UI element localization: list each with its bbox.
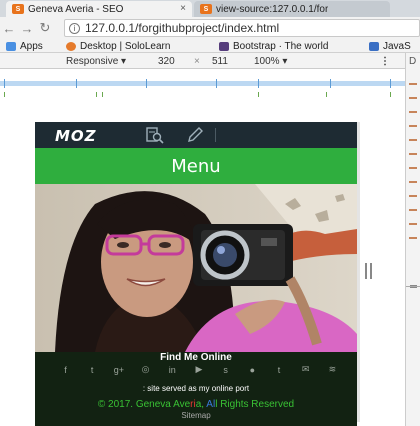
- tab-geneva[interactable]: S Geneva Averia - SEO ×: [6, 1, 192, 17]
- ruler-bar: [0, 81, 405, 86]
- code-line: [409, 237, 417, 239]
- sublime-favicon-icon: S: [12, 4, 24, 14]
- copyright: © 2017. Geneva Averia, All Rights Reserv…: [35, 399, 357, 410]
- code-line: [409, 223, 417, 225]
- device-select[interactable]: Responsive ▾: [66, 56, 126, 67]
- copyright-mid: a,: [195, 399, 207, 410]
- device-toolbar: Responsive ▾ 320 × 511 100% ▾ ⋮: [0, 53, 405, 69]
- url-text: 127.0.0.1/forgithubproject/index.html: [85, 21, 280, 35]
- profile-photo: [35, 184, 357, 352]
- bookmark-label: Bootstrap · The world: [233, 40, 329, 52]
- code-line: [409, 195, 417, 197]
- code-line: [409, 181, 417, 183]
- devtools-side-panel[interactable]: D: [405, 53, 420, 426]
- moz-logo[interactable]: MOZ: [55, 127, 97, 145]
- tagline: : site served as my online port: [142, 384, 250, 393]
- reload-icon[interactable]: ↻: [36, 20, 54, 36]
- times-sign: ×: [194, 56, 200, 67]
- emulated-page: MOZ Menu Find Me Online f t g+ ◎ in ▶ s …: [35, 122, 357, 426]
- bookmark-label: Apps: [20, 40, 43, 52]
- rss-icon[interactable]: ≋: [326, 364, 339, 375]
- zoom-select[interactable]: 100% ▾: [254, 56, 287, 67]
- menu-label: Menu: [171, 155, 221, 177]
- copyright-suffix: l Rights Reserved: [215, 399, 295, 410]
- skype-icon[interactable]: s: [219, 364, 232, 375]
- code-line: [409, 153, 417, 155]
- height-input[interactable]: 511: [212, 56, 228, 67]
- find-me-online-title: Find Me Online: [160, 352, 232, 363]
- github-icon[interactable]: ●: [246, 364, 259, 375]
- ruler-tick: [390, 79, 391, 88]
- ruler-tick: [146, 79, 147, 88]
- ruler-tick: [258, 79, 259, 88]
- copyright-blue: Al: [206, 399, 216, 410]
- menu-button[interactable]: Menu: [35, 148, 357, 184]
- close-icon[interactable]: ×: [180, 3, 186, 14]
- code-line: [409, 83, 417, 85]
- page-scrollbar[interactable]: [357, 122, 360, 422]
- code-line: [409, 167, 417, 169]
- ruler-tick: [4, 79, 5, 88]
- tab-title: Geneva Averia - SEO: [28, 3, 124, 15]
- bookmark-apps[interactable]: Apps: [6, 39, 43, 53]
- code-line: [409, 97, 417, 99]
- panel-tab-icon[interactable]: D: [409, 56, 416, 67]
- apps-icon: [6, 41, 16, 51]
- sitemap-link[interactable]: Sitemap: [35, 411, 357, 420]
- bootstrap-icon: [219, 41, 229, 51]
- header-separator: [215, 128, 216, 142]
- info-icon[interactable]: i: [69, 22, 80, 34]
- email-icon[interactable]: ✉: [299, 364, 312, 375]
- address-bar: ← → ↻ i 127.0.0.1/forgithubproject/index…: [0, 17, 420, 39]
- bookmarks-bar: Apps Desktop | SoloLearn Bootstrap · The…: [0, 39, 420, 53]
- more-options-icon[interactable]: ⋮: [380, 56, 390, 67]
- twitter-icon[interactable]: t: [86, 364, 99, 375]
- sublime-favicon-icon: S: [200, 4, 212, 14]
- sololearn-icon: [66, 41, 76, 51]
- tumblr-icon[interactable]: t: [273, 364, 286, 375]
- viewport-resize-handle[interactable]: [365, 263, 372, 279]
- code-line: [409, 111, 417, 113]
- social-links: f t g+ ◎ in ▶ s ● t ✉ ≋: [59, 364, 339, 376]
- width-input[interactable]: 320: [158, 56, 175, 67]
- panel-resize-handle[interactable]: [410, 285, 417, 288]
- instagram-icon[interactable]: ◎: [139, 364, 152, 375]
- forward-icon[interactable]: →: [18, 21, 36, 36]
- media-query-ruler[interactable]: [0, 69, 405, 97]
- google-plus-icon[interactable]: g+: [112, 364, 125, 375]
- bookmark-bootstrap[interactable]: Bootstrap · The world: [219, 39, 328, 53]
- mb-icon: [369, 41, 379, 51]
- ruler-tick: [330, 79, 331, 88]
- bookmark-sololearn[interactable]: Desktop | SoloLearn: [66, 39, 170, 53]
- tab-view-source[interactable]: S view-source:127.0.0.1/for: [194, 1, 390, 17]
- ruler-tick: [216, 79, 217, 88]
- youtube-icon[interactable]: ▶: [192, 364, 205, 375]
- back-icon[interactable]: ←: [0, 21, 18, 36]
- bookmark-javascript[interactable]: JavaS: [369, 39, 411, 53]
- linkedin-icon[interactable]: in: [166, 364, 179, 375]
- tab-strip: S Geneva Averia - SEO × S view-source:12…: [0, 0, 420, 17]
- site-header: MOZ: [35, 122, 357, 148]
- bookmark-label: JavaS: [383, 40, 411, 52]
- url-input[interactable]: i 127.0.0.1/forgithubproject/index.html: [64, 19, 420, 37]
- facebook-icon[interactable]: f: [59, 364, 72, 375]
- pencil-icon[interactable]: [185, 126, 205, 144]
- bookmark-label: Desktop | SoloLearn: [80, 40, 171, 52]
- ruler-tick: [76, 79, 77, 88]
- code-line: [409, 209, 417, 211]
- code-line: [409, 125, 417, 127]
- code-line: [409, 139, 417, 141]
- tab-title: view-source:127.0.0.1/for: [216, 3, 329, 15]
- copyright-prefix: © 2017. Geneva Ave: [97, 399, 191, 410]
- search-doc-icon[interactable]: [145, 126, 165, 144]
- site-footer: Find Me Online f t g+ ◎ in ▶ s ● t ✉ ≋ :…: [35, 352, 357, 426]
